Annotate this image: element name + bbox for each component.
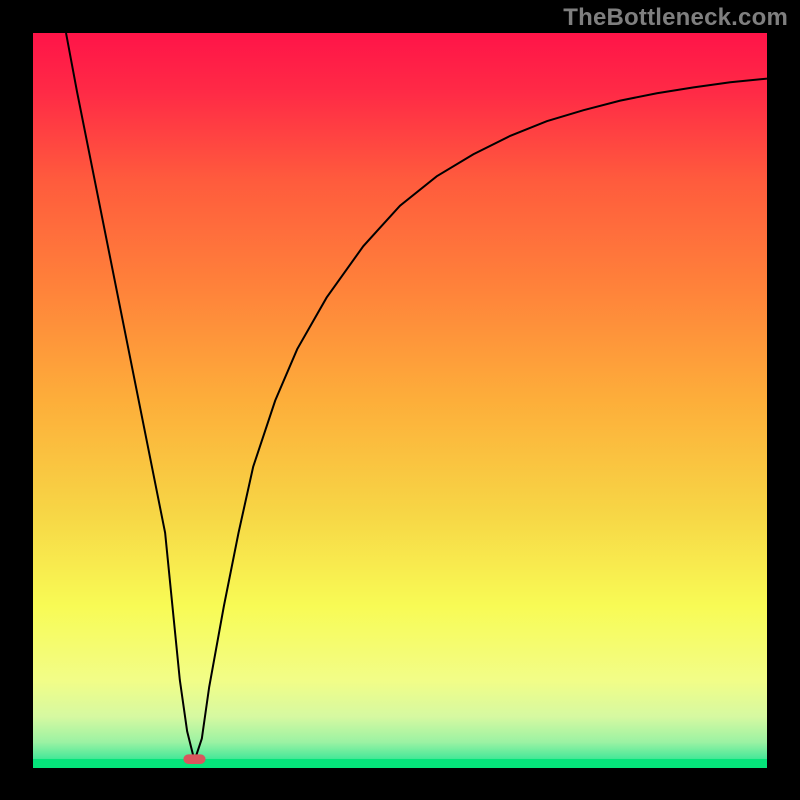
plot-background [33, 33, 767, 768]
plot-container: TheBottleneck.com [0, 0, 800, 800]
min-marker [183, 754, 205, 764]
chart-svg [0, 0, 800, 800]
bottom-stripe [33, 759, 767, 768]
